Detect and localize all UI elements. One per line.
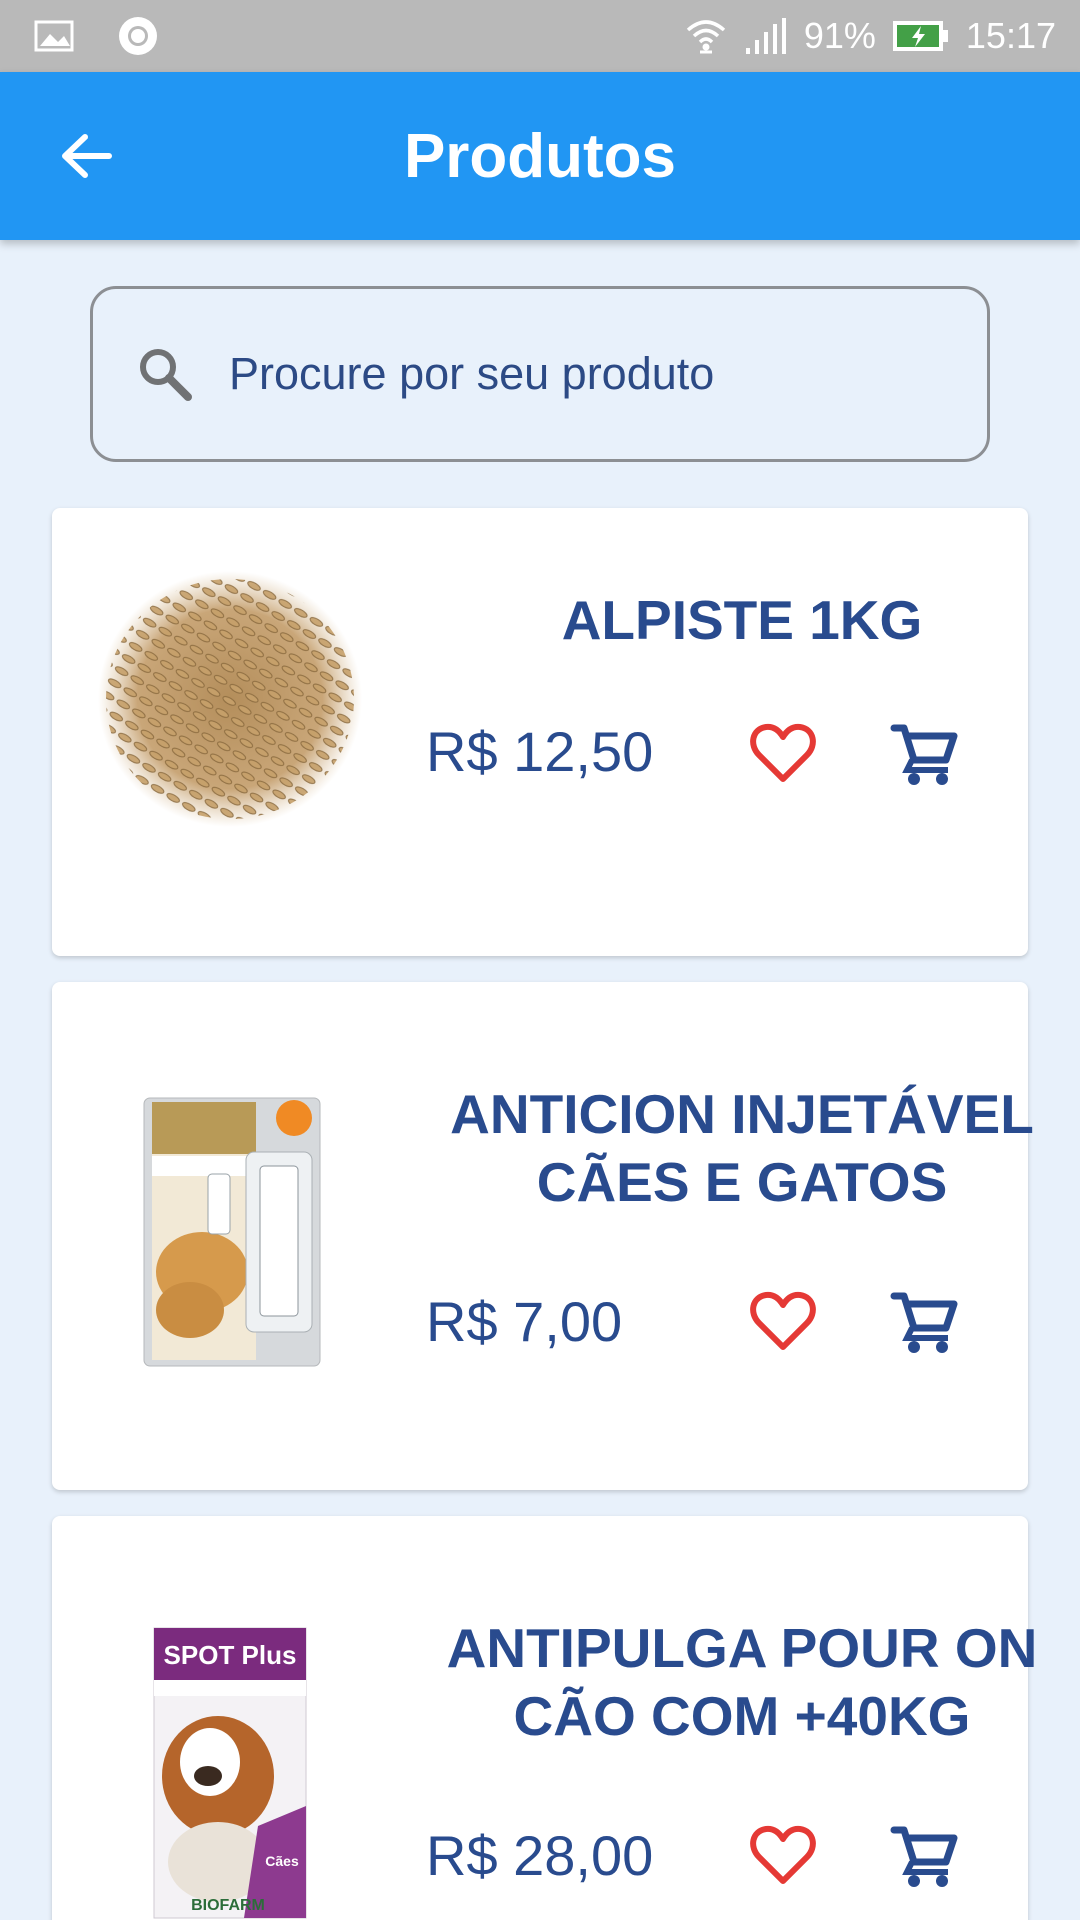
birdseed-image bbox=[90, 564, 370, 844]
app-bar: Produtos bbox=[0, 72, 1080, 240]
wifi-icon bbox=[684, 16, 728, 56]
favorite-button[interactable] bbox=[745, 1818, 821, 1894]
anticion-box-image bbox=[142, 1096, 322, 1368]
clock: 15:17 bbox=[965, 15, 1056, 56]
record-icon bbox=[116, 14, 160, 58]
favorite-button[interactable] bbox=[745, 716, 821, 792]
search-box[interactable] bbox=[90, 286, 990, 462]
add-to-cart-button[interactable] bbox=[886, 716, 962, 792]
page-title: Produtos bbox=[403, 121, 677, 191]
status-bar: 91% 15:17 bbox=[0, 0, 1080, 72]
add-to-cart-button[interactable] bbox=[886, 1818, 962, 1894]
signal-icon bbox=[744, 16, 788, 56]
cart-icon bbox=[890, 1292, 958, 1353]
product-price: R$ 28,00 bbox=[426, 1824, 654, 1887]
spot-plus-box-image: SPOT Plus Cães BIOFARM bbox=[148, 1626, 312, 1920]
heart-outline-icon bbox=[750, 723, 816, 782]
heart-outline-icon bbox=[750, 1291, 816, 1350]
cart-icon bbox=[890, 724, 958, 785]
favorite-button[interactable] bbox=[745, 1284, 821, 1360]
product-card[interactable]: ALPISTE 1KG R$ 12,50 bbox=[52, 508, 1028, 956]
heart-outline-icon bbox=[750, 1825, 816, 1884]
battery-charging-icon bbox=[892, 19, 950, 53]
status-left bbox=[34, 14, 160, 58]
product-card[interactable]: SPOT Plus Cães BIOFARM ANTIPULGA POUR ON… bbox=[52, 1516, 1037, 1920]
search-icon bbox=[135, 344, 195, 404]
product-card[interactable]: ANTICION INJETÁVEL CÃES E GATOS R$ 7,00 bbox=[52, 982, 1034, 1490]
product-name: ANTICION INJETÁVEL CÃES E GATOS bbox=[450, 1083, 1034, 1213]
spot-plus-box-text: SPOT Plus bbox=[164, 1640, 297, 1670]
search-input[interactable] bbox=[229, 334, 929, 414]
cart-icon bbox=[890, 1826, 958, 1887]
product-price: R$ 7,00 bbox=[426, 1290, 623, 1353]
product-price: R$ 12,50 bbox=[426, 720, 654, 783]
product-name: ANTIPULGA POUR ON CÃO COM +40KG bbox=[446, 1617, 1038, 1747]
product-name: ALPISTE 1KG bbox=[561, 589, 923, 651]
brand-box-text: BIOFARM bbox=[191, 1897, 265, 1914]
dog-size-box-text: Cães bbox=[265, 1853, 299, 1869]
status-right: 91% 15:17 bbox=[684, 15, 1056, 57]
image-icon bbox=[34, 20, 74, 52]
battery-percent: 91% bbox=[803, 15, 876, 56]
add-to-cart-button[interactable] bbox=[886, 1284, 962, 1360]
